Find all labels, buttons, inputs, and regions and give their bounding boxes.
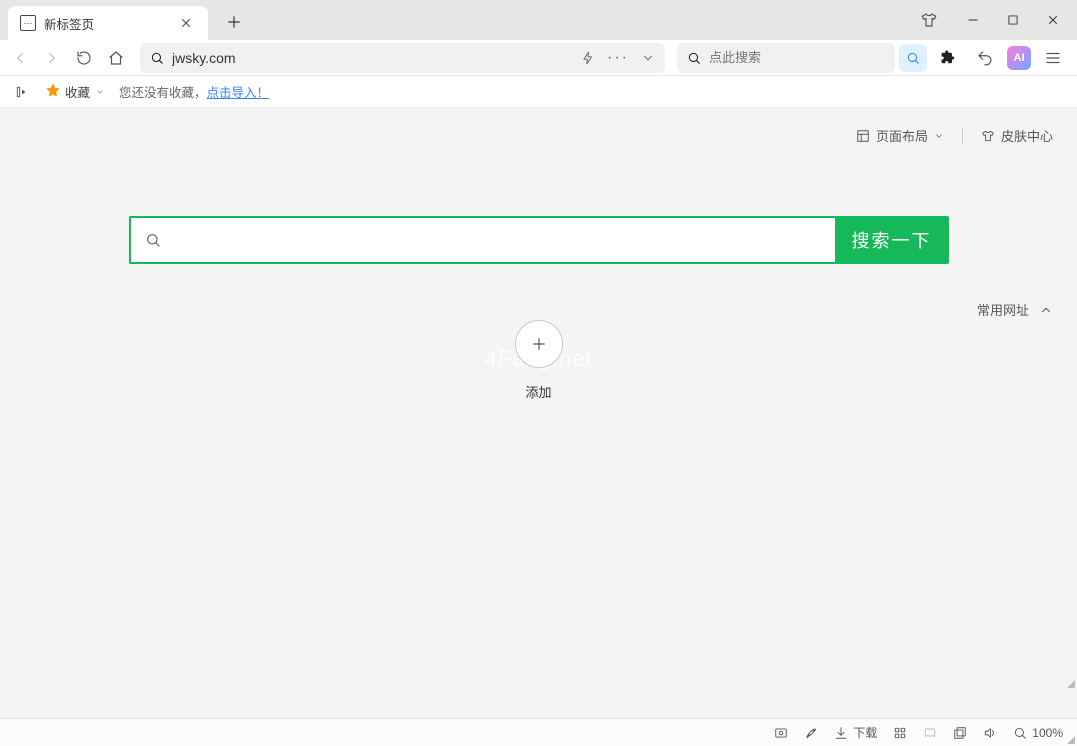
extensions-button[interactable] bbox=[935, 44, 963, 72]
add-site-tile: 添加 bbox=[515, 320, 563, 401]
search-submit-button[interactable]: 搜索一下 bbox=[835, 216, 949, 264]
layout-option[interactable]: 页面布局 bbox=[856, 126, 944, 145]
download-label: 下载 bbox=[853, 724, 877, 741]
favorites-label: 收藏 bbox=[65, 82, 90, 101]
main-search-input[interactable] bbox=[161, 232, 821, 249]
reader-button[interactable] bbox=[923, 726, 937, 740]
caret-down-icon bbox=[95, 87, 105, 97]
newtab-favicon: ⋯ bbox=[20, 15, 36, 31]
search-icon bbox=[145, 232, 161, 248]
ai-button[interactable]: AI bbox=[1007, 46, 1031, 70]
frequent-sites-label: 常用网址 bbox=[977, 300, 1029, 319]
window-resize-handle[interactable] bbox=[1065, 734, 1075, 744]
status-bar: 下载 100% bbox=[0, 718, 1077, 746]
sidebar-toggle-icon[interactable] bbox=[12, 78, 32, 106]
toolbar-search-input[interactable] bbox=[709, 50, 885, 65]
minimize-button[interactable] bbox=[953, 6, 993, 34]
home-button[interactable] bbox=[102, 44, 130, 72]
rocket-button[interactable] bbox=[804, 726, 818, 740]
zoom-icon bbox=[1013, 726, 1027, 740]
separator bbox=[962, 128, 963, 144]
add-site-label: 添加 bbox=[525, 382, 551, 401]
toolbar-right: AI bbox=[899, 44, 1071, 72]
back-button[interactable] bbox=[6, 44, 34, 72]
tab-close-button[interactable] bbox=[176, 13, 196, 33]
bolt-icon[interactable] bbox=[581, 51, 595, 65]
frequent-sites-toggle[interactable]: 常用网址 bbox=[977, 300, 1053, 319]
search-icon bbox=[150, 51, 164, 65]
page-top-options: 页面布局 皮肤中心 bbox=[856, 126, 1053, 145]
layout-label: 页面布局 bbox=[876, 126, 928, 145]
url-input[interactable] bbox=[172, 50, 573, 66]
resize-handle-icon bbox=[1065, 678, 1075, 688]
skin-quick-icon[interactable] bbox=[909, 6, 949, 34]
plus-icon bbox=[530, 335, 548, 353]
download-button[interactable]: 下载 bbox=[834, 724, 877, 741]
chevron-up-icon bbox=[1039, 303, 1053, 317]
layout-icon bbox=[856, 129, 870, 143]
bookmarks-hint: 您还没有收藏，点击导入！ bbox=[119, 82, 269, 101]
favorites-button[interactable]: 收藏 bbox=[46, 82, 105, 101]
tab-title: 新标签页 bbox=[44, 14, 94, 33]
caret-down-icon bbox=[934, 131, 944, 141]
window-controls bbox=[953, 6, 1073, 34]
maximize-button[interactable] bbox=[993, 6, 1033, 34]
import-link[interactable]: 点击导入！ bbox=[207, 86, 270, 100]
address-bar[interactable]: ··· bbox=[140, 43, 665, 73]
shirt-icon bbox=[981, 129, 995, 143]
search-icon bbox=[687, 51, 701, 65]
app-menu-button[interactable] bbox=[1039, 44, 1067, 72]
new-tab-button[interactable] bbox=[218, 6, 250, 38]
title-bar: ⋯ 新标签页 bbox=[0, 0, 1077, 40]
main-search-field[interactable] bbox=[129, 216, 835, 264]
more-icon[interactable]: ··· bbox=[607, 49, 629, 67]
skin-label: 皮肤中心 bbox=[1001, 126, 1053, 145]
download-icon bbox=[834, 726, 848, 740]
add-site-button[interactable] bbox=[515, 320, 563, 368]
skin-option[interactable]: 皮肤中心 bbox=[981, 126, 1053, 145]
toolbar-search-box[interactable] bbox=[677, 43, 895, 73]
forward-button[interactable] bbox=[38, 44, 66, 72]
nav-toolbar: ··· AI bbox=[0, 40, 1077, 76]
reload-button[interactable] bbox=[70, 44, 98, 72]
undo-button[interactable] bbox=[971, 44, 999, 72]
blue-search-button[interactable] bbox=[899, 44, 927, 72]
close-window-button[interactable] bbox=[1033, 6, 1073, 34]
omnibox-actions: ··· bbox=[581, 49, 655, 67]
screenshot-button[interactable] bbox=[774, 726, 788, 740]
zoom-level: 100% bbox=[1032, 726, 1063, 740]
mute-button[interactable] bbox=[983, 726, 997, 740]
zoom-control[interactable]: 100% bbox=[1013, 726, 1063, 740]
chevron-down-icon[interactable] bbox=[641, 51, 655, 65]
star-icon bbox=[46, 83, 60, 100]
browser-tab[interactable]: ⋯ 新标签页 bbox=[8, 6, 208, 40]
bookmarks-bar: 收藏 您还没有收藏，点击导入！ bbox=[0, 76, 1077, 108]
page-content: 页面布局 皮肤中心 搜索一下 常用网址 4Fang.net 添加 bbox=[0, 108, 1077, 718]
multi-window-button[interactable] bbox=[953, 726, 967, 740]
apps-button[interactable] bbox=[893, 726, 907, 740]
main-search: 搜索一下 bbox=[129, 216, 949, 264]
